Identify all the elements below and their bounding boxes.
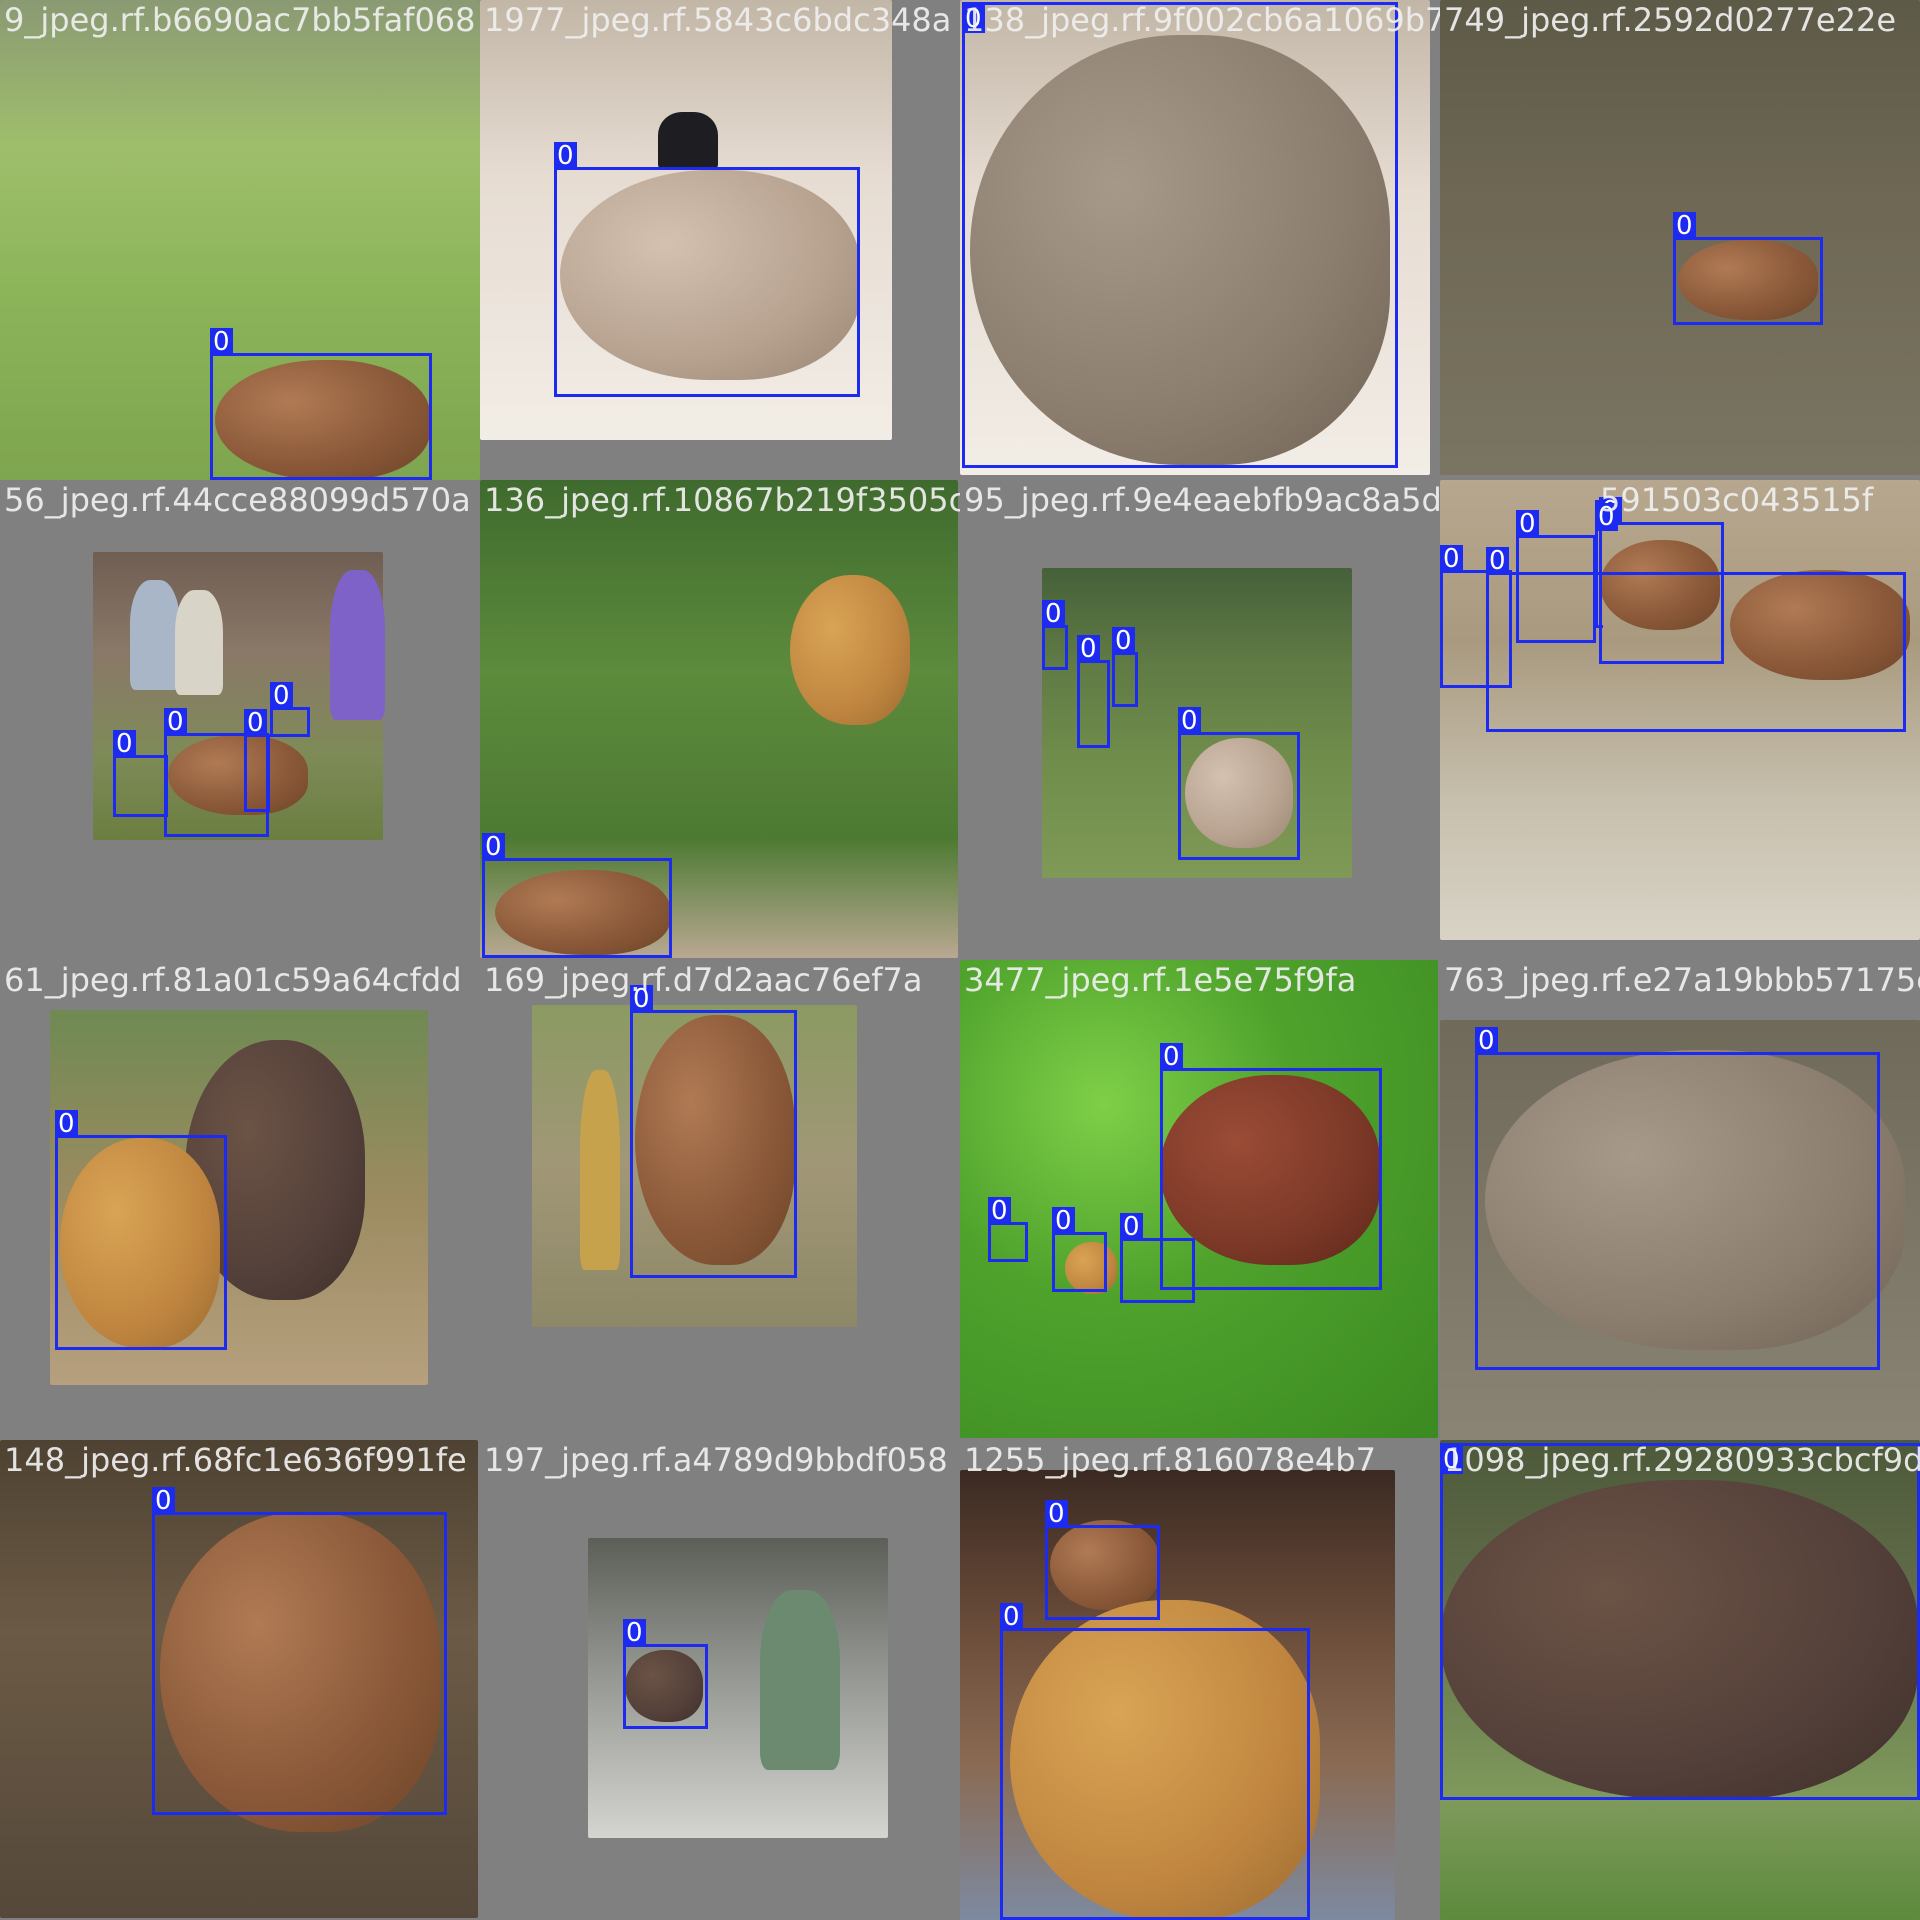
box-label: 0 (152, 1487, 175, 1515)
box-label: 0 (1178, 707, 1201, 735)
tile-7: 0 0 0 0 95_jpeg.rf.9e4eaebfb9ac8a5d (960, 480, 1440, 960)
bounding-box: 0 (1599, 497, 1724, 664)
bounding-box: 0 (554, 142, 860, 397)
box-label: 0 (1000, 1603, 1023, 1631)
box-label: 0 (554, 142, 577, 170)
bounding-box: 0 (1178, 707, 1300, 860)
box-label: 0 (1045, 1500, 1068, 1528)
monkey (580, 1070, 620, 1270)
box-label: 0 (1052, 1207, 1075, 1235)
tile-caption: 1977_jpeg.rf.5843c6bdc348a (484, 1, 952, 39)
tile-caption: 591503c043515f (1600, 481, 1874, 519)
tile-11: 0 0 0 0 3477_jpeg.rf.1e5e75f9fa (960, 960, 1440, 1440)
box-label: 0 (113, 730, 136, 758)
box-label: 0 (1112, 627, 1135, 655)
tile-caption: 9_jpeg.rf.b6690ac7bb5faf068 (4, 1, 476, 39)
mosaic-grid: 0 9_jpeg.rf.b6690ac7bb5faf068 0 1977_jpe… (0, 0, 1920, 1920)
tile-caption: 3477_jpeg.rf.1e5e75f9fa (964, 961, 1357, 999)
bounding-box: 0 (1475, 1027, 1880, 1370)
box-label: 0 (1077, 635, 1100, 663)
box-label: 0 (1042, 600, 1065, 628)
box-label: 0 (1673, 212, 1696, 240)
box-label: 0 (55, 1110, 78, 1138)
tile-10: 0 169_jpeg.rf.d7d2aac76ef7a (480, 960, 960, 1440)
box-label: 0 (270, 682, 293, 710)
person (330, 570, 385, 720)
box-label: 0 (482, 833, 505, 861)
bounding-box: 0 (1112, 627, 1138, 707)
tile-13: 0 148_jpeg.rf.68fc1e636f991fe (0, 1440, 480, 1920)
bounding-box: 0 (1052, 1207, 1107, 1292)
cat (658, 112, 718, 170)
tile-caption: 136_jpeg.rf.10867b219f3505c (484, 481, 960, 519)
box-label: 0 (1516, 510, 1539, 538)
bounding-box: 0 (244, 709, 270, 812)
box-label: 0 (1475, 1027, 1498, 1055)
bounding-box: 0 (113, 730, 168, 817)
bounding-box: 0 (1000, 1603, 1310, 1920)
person (760, 1590, 840, 1770)
box-label: 0 (1486, 547, 1509, 575)
box-label: 0 (244, 709, 267, 737)
box-label: 0 (1440, 545, 1463, 573)
jaguar (790, 575, 910, 725)
box-label: 0 (1160, 1043, 1183, 1071)
tile-caption: 749_jpeg.rf.2592d0277e22e (1444, 1, 1896, 39)
tile-15: 0 0 1255_jpeg.rf.816078e4b7 (960, 1440, 1440, 1920)
tile-caption: 1255_jpeg.rf.816078e4b7 (964, 1441, 1376, 1479)
bounding-box: 0 (270, 682, 310, 737)
box-label: 0 (164, 708, 187, 736)
person (130, 580, 180, 690)
tile-caption: 138_jpeg.rf.9f002cb6a1069b76 (964, 1, 1440, 39)
bounding-box: 0 (1516, 510, 1596, 643)
bounding-box: 0 (1673, 212, 1823, 325)
bounding-box: 0 (1042, 600, 1068, 670)
tile-14: 0 197_jpeg.rf.a4789d9bbdf058 (480, 1440, 960, 1920)
bounding-box: 0 (962, 2, 1398, 468)
bounding-box: 0 (152, 1487, 447, 1815)
tile-16: 0 1098_jpeg.rf.29280933cbcf9d4 (1440, 1440, 1920, 1920)
tile-caption: 95_jpeg.rf.9e4eaebfb9ac8a5d (964, 481, 1440, 519)
tile-caption: 1098_jpeg.rf.29280933cbcf9d4 (1444, 1441, 1920, 1479)
tile-caption: 763_jpeg.rf.e27a19bbb57175e (1444, 961, 1920, 999)
tile-1: 0 9_jpeg.rf.b6690ac7bb5faf068 (0, 0, 480, 480)
box-label: 0 (623, 1619, 646, 1647)
tile-9: 0 61_jpeg.rf.81a01c59a64cfdd (0, 960, 480, 1440)
tile-caption: 169_jpeg.rf.d7d2aac76ef7a (484, 961, 923, 999)
tile-8: 0 0 0 0 0 591503c043515f (1440, 480, 1920, 960)
box-label: 0 (210, 328, 233, 356)
box-label: 0 (1120, 1213, 1143, 1241)
tile-4: 0 749_jpeg.rf.2592d0277e22e (1440, 0, 1920, 480)
tile-caption: 148_jpeg.rf.68fc1e636f991fe (4, 1441, 467, 1479)
box-label: 0 (988, 1197, 1011, 1225)
tile-caption: 61_jpeg.rf.81a01c59a64cfdd (4, 961, 462, 999)
tile-caption: 197_jpeg.rf.a4789d9bbdf058 (484, 1441, 948, 1479)
tile-12: 0 763_jpeg.rf.e27a19bbb57175e (1440, 960, 1920, 1440)
tile-2: 0 1977_jpeg.rf.5843c6bdc348a (480, 0, 960, 480)
tile-6: 0 136_jpeg.rf.10867b219f3505c (480, 480, 960, 960)
bounding-box: 0 (482, 833, 672, 958)
bounding-box: 0 (210, 328, 432, 480)
tile-caption: 56_jpeg.rf.44cce88099d570a (4, 481, 471, 519)
bounding-box: 0 (623, 1619, 708, 1729)
bounding-box: 0 (1440, 1443, 1920, 1800)
tile-3: 0 138_jpeg.rf.9f002cb6a1069b76 (960, 0, 1440, 480)
bounding-box: 0 (630, 985, 797, 1278)
person (175, 590, 223, 695)
tile-5: 0 0 0 0 56_jpeg.rf.44cce88099d570a (0, 480, 480, 960)
bounding-box: 0 (1077, 635, 1110, 748)
bounding-box: 0 (55, 1110, 227, 1350)
bounding-box: 0 (988, 1197, 1028, 1262)
bounding-box: 0 (1120, 1213, 1195, 1303)
bounding-box: 0 (1045, 1500, 1160, 1620)
